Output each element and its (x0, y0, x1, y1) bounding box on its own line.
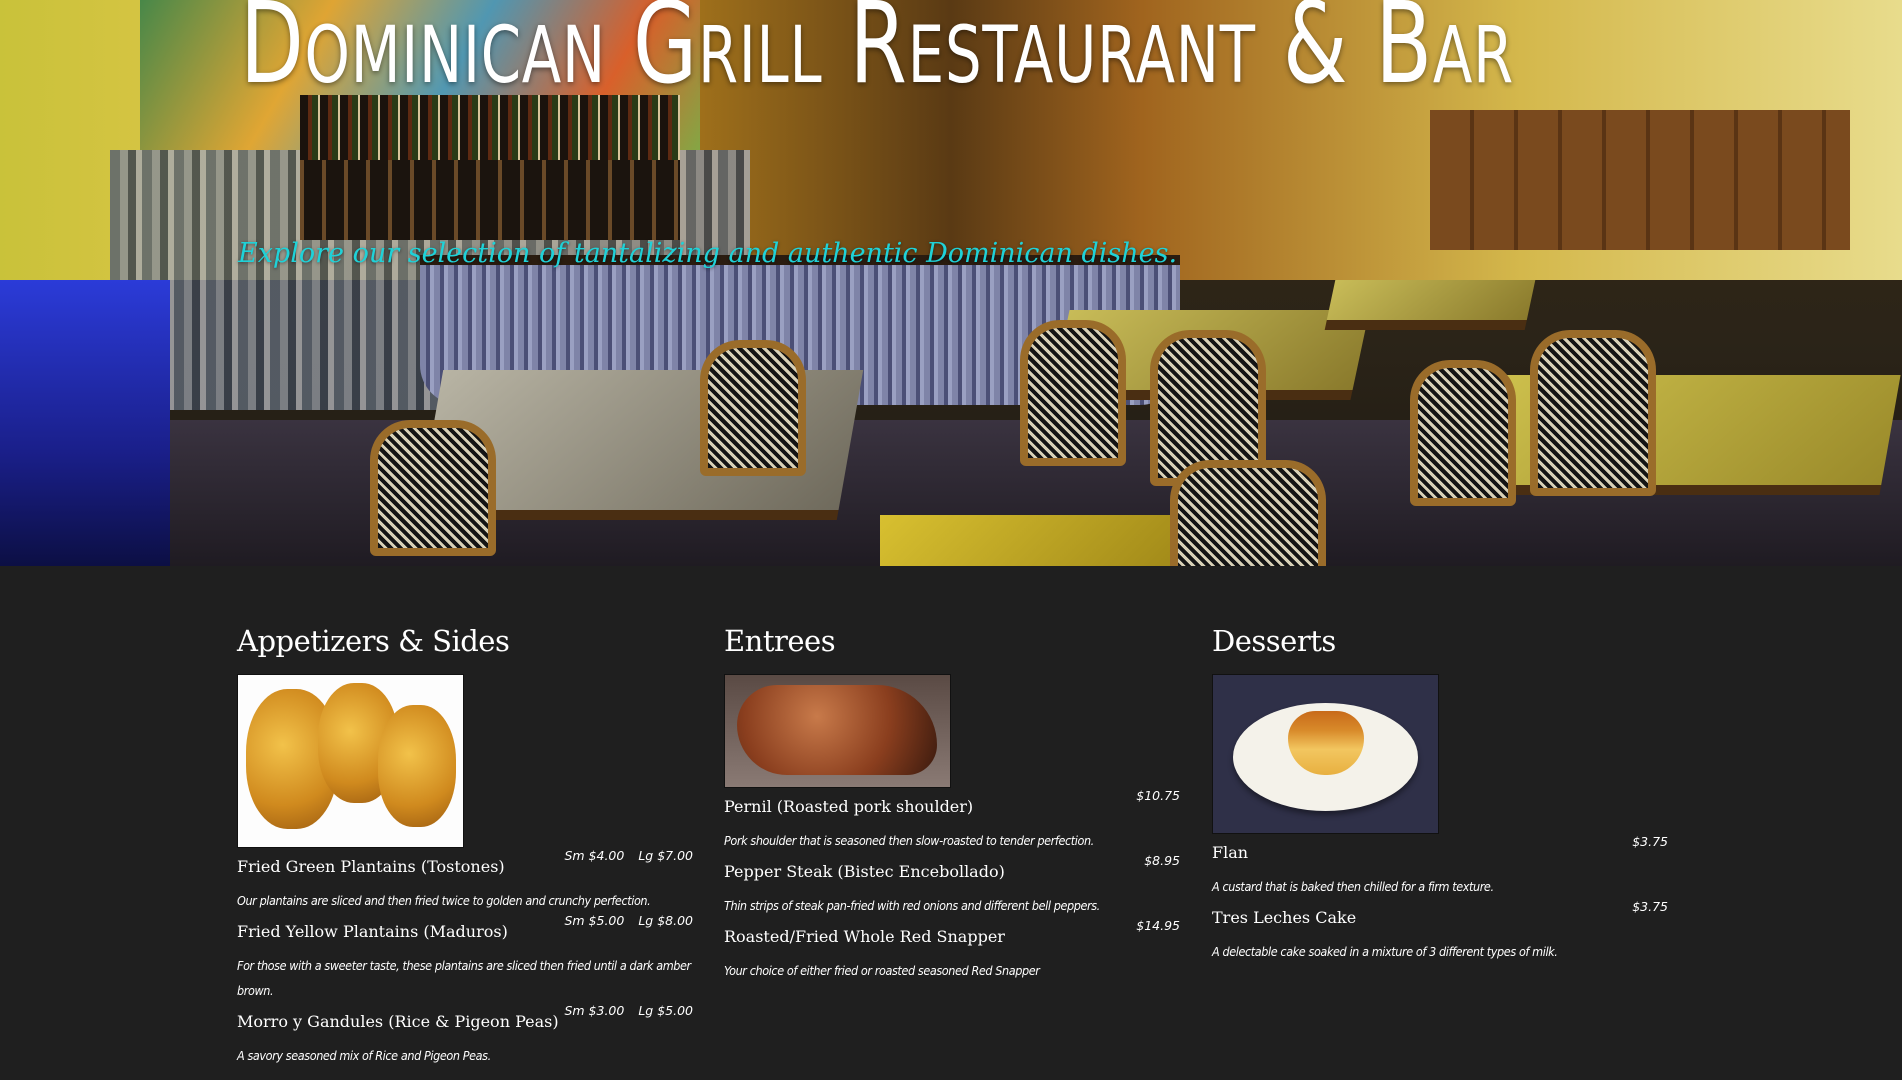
price-small: Sm $5.00 (564, 913, 625, 928)
menu-item-description: Thin strips of steak pan-fried with red … (724, 898, 1100, 913)
menu-item-price: $3.75 (1632, 834, 1668, 849)
page-subtitle: Explore our selection of tantalizing and… (238, 238, 1178, 269)
menu-item-name: Pernil (Roasted pork shoulder) (724, 797, 974, 816)
hero-blue-lit-bench (0, 280, 170, 566)
price-large: Lg $5.00 (638, 1003, 693, 1018)
page-title: Dominican Grill Restaurant & Bar (240, 0, 1514, 109)
menu-item-price: $3.75 (1632, 899, 1668, 914)
menu-item-name: Pepper Steak (Bistec Encebollado) (724, 862, 1005, 881)
menu-item-description: Your choice of either fried or roasted s… (724, 963, 1040, 978)
menu-item-description: A savory seasoned mix of Rice and Pigeon… (237, 1048, 491, 1063)
hero-wood-panels (1430, 110, 1850, 250)
price-small: Sm $4.00 (564, 848, 625, 863)
menu-section: Appetizers & Sides Fried Green Plantains… (0, 566, 1902, 1080)
menu-item-description: A delectable cake soaked in a mixture of… (1212, 944, 1558, 959)
hero-chair (1170, 460, 1326, 566)
hero-chair (1410, 360, 1516, 506)
hero-table (880, 515, 1180, 566)
hero-chair (1530, 330, 1656, 496)
desserts-column: Desserts Flan $3.75 A custard that is ba… (1212, 566, 1668, 964)
menu-item: Fried Yellow Plantains (Maduros) Sm $5.0… (237, 913, 693, 1003)
hero-table (1459, 375, 1901, 495)
menu-item: Morro y Gandules (Rice & Pigeon Peas) Sm… (237, 1003, 693, 1068)
menu-item-price: Sm $5.00 Lg $8.00 (564, 913, 693, 928)
price-large: Lg $7.00 (638, 848, 693, 863)
menu-item-price: Sm $4.00 Lg $7.00 (564, 848, 693, 863)
price-large: Lg $8.00 (638, 913, 693, 928)
hero-chair (1020, 320, 1126, 466)
menu-item: Fried Green Plantains (Tostones) Sm $4.0… (237, 848, 693, 913)
roasted-pork (737, 685, 937, 775)
menu-item-description: A custard that is baked then chilled for… (1212, 879, 1494, 894)
menu-item: Tres Leches Cake $3.75 A delectable cake… (1212, 899, 1668, 964)
hero-chair (370, 420, 496, 556)
menu-item-price: $14.95 (1136, 918, 1180, 933)
menu-item: Flan $3.75 A custard that is baked then … (1212, 834, 1668, 899)
hero-banner: Dominican Grill Restaurant & Bar Explore… (0, 0, 1902, 566)
menu-item-description: Pork shoulder that is seasoned then slow… (724, 833, 1094, 848)
flan-photo (1212, 674, 1439, 834)
menu-item-description: For those with a sweeter taste, these pl… (237, 958, 691, 998)
menu-item-name: Flan (1212, 843, 1249, 862)
hero-chair (700, 340, 806, 476)
menu-item-name: Tres Leches Cake (1212, 908, 1357, 927)
menu-item: Pepper Steak (Bistec Encebollado) $8.95 … (724, 853, 1180, 918)
hero-table (1324, 280, 1536, 330)
hero-wine-rack (300, 160, 680, 240)
entrees-heading: Entrees (724, 624, 836, 658)
plantain-piece (378, 705, 456, 827)
tostones-photo (237, 674, 464, 848)
menu-item-price: $10.75 (1136, 788, 1180, 803)
menu-item-price: Sm $3.00 Lg $5.00 (564, 1003, 693, 1018)
appetizers-heading: Appetizers & Sides (237, 624, 510, 658)
menu-item-price: $8.95 (1144, 853, 1180, 868)
menu-item: Pernil (Roasted pork shoulder) $10.75 Po… (724, 788, 1180, 853)
appetizers-column: Appetizers & Sides Fried Green Plantains… (237, 566, 693, 1068)
menu-item: Roasted/Fried Whole Red Snapper $14.95 Y… (724, 918, 1180, 983)
menu-item-name: Roasted/Fried Whole Red Snapper (724, 927, 1005, 946)
entrees-column: Entrees Pernil (Roasted pork shoulder) $… (724, 566, 1180, 983)
menu-item-description: Our plantains are sliced and then fried … (237, 893, 651, 908)
desserts-heading: Desserts (1212, 624, 1336, 658)
price-small: Sm $3.00 (564, 1003, 625, 1018)
pernil-photo (724, 674, 951, 788)
